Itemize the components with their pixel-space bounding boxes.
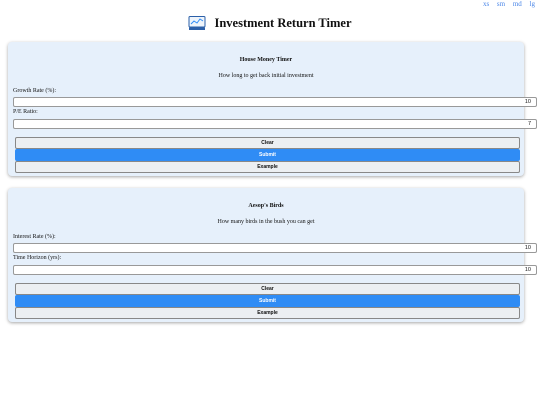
page-title: Investment Return Timer (214, 15, 352, 30)
size-link-lg[interactable]: lg (530, 0, 535, 8)
submit-button[interactable]: Submit (15, 295, 520, 307)
aesops-birds-card: Aesop's Birds How many birds in the bush… (8, 188, 537, 322)
pe-ratio-label: P/E Ratio: (13, 109, 38, 115)
card-title: House Money Timer (239, 57, 293, 63)
time-horizon-label: Time Horizon (yrs): (13, 255, 62, 261)
time-horizon-input[interactable]: 10 (13, 265, 537, 275)
interest-rate-input[interactable]: 10 (13, 243, 537, 253)
size-link-xs[interactable]: xs (483, 0, 489, 8)
card-subtitle: How many birds in the bush you can get (217, 219, 315, 225)
interest-rate-label: Interest Rate (%): (13, 234, 56, 240)
pe-ratio-input[interactable]: 7 (13, 119, 537, 129)
card-title: Aesop's Birds (248, 203, 284, 209)
size-link-md[interactable]: md (513, 0, 522, 8)
example-button[interactable]: Example (15, 307, 520, 319)
growth-rate-input[interactable]: 10 (13, 97, 537, 107)
size-links: xs sm md lg (477, 0, 535, 8)
size-link-sm[interactable]: sm (497, 0, 505, 8)
page-header: Investment Return Timer (0, 14, 540, 32)
growth-rate-label: Growth Rate (%): (13, 88, 56, 94)
clear-button[interactable]: Clear (15, 283, 520, 295)
house-money-timer-card: House Money Timer How long to get back i… (8, 42, 537, 176)
chart-monitor-icon (188, 15, 206, 31)
submit-button[interactable]: Submit (15, 149, 520, 161)
card-subtitle: How long to get back initial investment (218, 73, 314, 79)
example-button[interactable]: Example (15, 161, 520, 173)
clear-button[interactable]: Clear (15, 137, 520, 149)
